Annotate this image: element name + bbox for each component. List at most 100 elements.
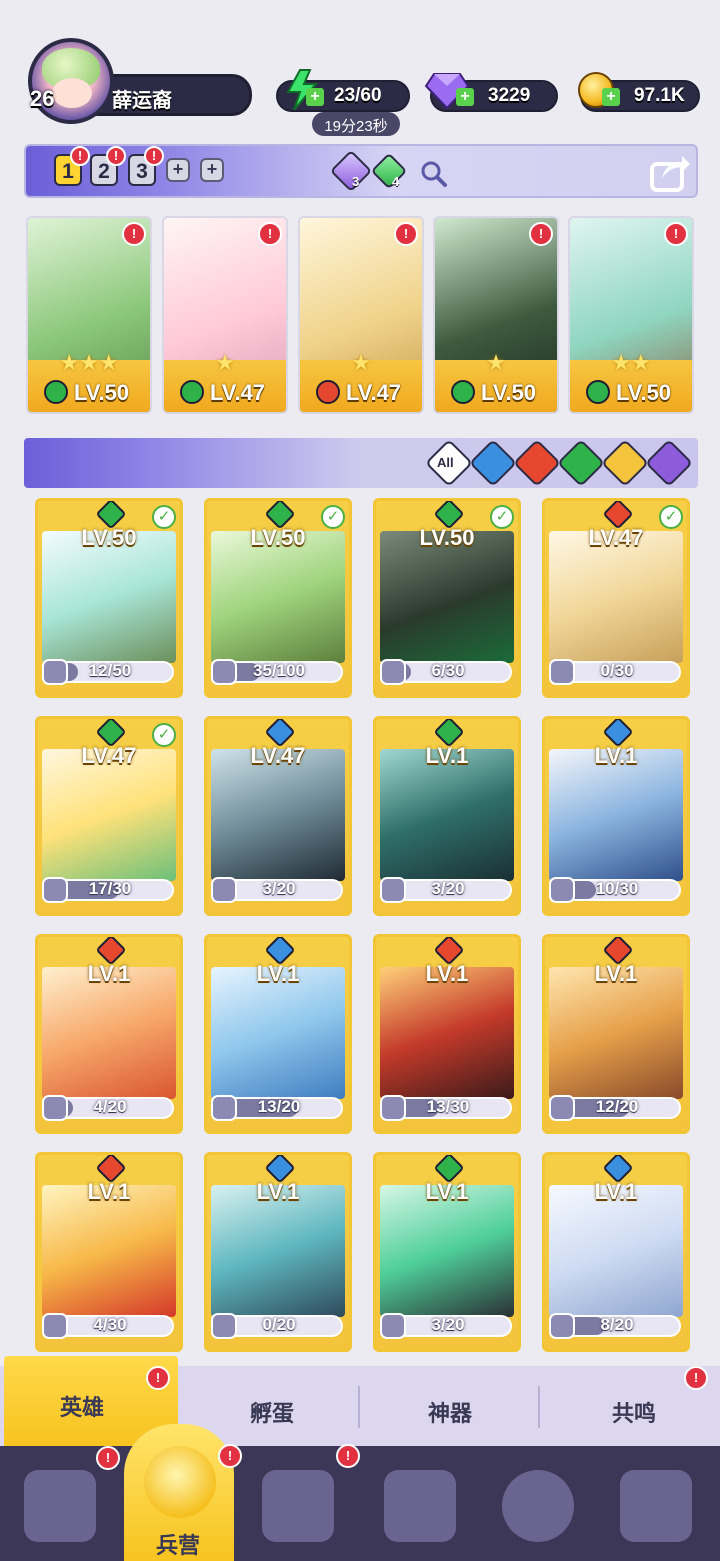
tab-divider (358, 1386, 360, 1428)
hero-level: LV.47 (81, 743, 137, 768)
hero-fragments: 6/30 (431, 661, 465, 680)
check-icon: ✓ (321, 505, 345, 529)
tab-divider (538, 1386, 540, 1428)
nav-barracks-alert-icon: ! (218, 1444, 242, 1468)
check-icon: ✓ (152, 505, 176, 529)
hero-fragments: 17/30 (88, 879, 132, 898)
add-team-button-2[interactable]: + (200, 158, 224, 182)
hero-level: LV.1 (87, 961, 131, 986)
team-hero-alert-icon: ! (664, 222, 688, 246)
hero-level: LV.1 (425, 961, 469, 986)
hero-fragments: 3/20 (262, 879, 296, 898)
nature-element-icon (44, 380, 68, 404)
team-hero-level: LV.50 (74, 380, 130, 405)
nature-element-icon (451, 380, 475, 404)
hero-level: LV.1 (425, 1179, 469, 1204)
hero-card[interactable]: LV.1 12/20 (542, 934, 690, 1134)
add-team-button-1[interactable]: + (166, 158, 190, 182)
tab-artifacts[interactable]: 神器 (428, 1396, 472, 1428)
team-1-alert-icon: ! (70, 146, 90, 166)
hero-card[interactable]: LV.47 0/30 ✓ (542, 498, 690, 698)
fire-element-icon (316, 380, 340, 404)
nav-mushroom-icon[interactable] (502, 1470, 574, 1542)
nav-cards-icon[interactable] (24, 1470, 96, 1542)
hero-stars: ★★ (611, 350, 651, 375)
hero-fragments: 3/20 (431, 879, 465, 898)
team-hero-alert-icon: ! (258, 222, 282, 246)
hero-fragments: 12/50 (88, 661, 132, 680)
hero-card[interactable]: LV.47 17/30 ✓ (35, 716, 183, 916)
team-hero-card[interactable]: ! ★★★ LV.50 (26, 216, 152, 414)
hero-card[interactable]: LV.1 8/20 (542, 1152, 690, 1352)
team-2-alert-icon: ! (106, 146, 126, 166)
add-gems-icon[interactable]: + (456, 88, 474, 106)
hero-stars: ★ (215, 350, 235, 375)
green-gem-count: 4 (392, 174, 400, 189)
hero-level: LV.1 (87, 1179, 131, 1204)
team-hero-alert-icon: ! (122, 222, 146, 246)
tab-heroes-label: 英雄 (60, 1395, 105, 1420)
magnify-icon[interactable] (418, 158, 450, 190)
check-icon: ✓ (490, 505, 514, 529)
hero-level: LV.47 (250, 743, 306, 768)
nav-book-icon[interactable] (262, 1470, 334, 1542)
share-icon[interactable] (648, 150, 692, 194)
hero-level: LV.1 (594, 961, 638, 986)
hero-card[interactable]: LV.1 4/20 (35, 934, 183, 1134)
team-hero-card[interactable]: ! ★ LV.50 (433, 216, 559, 414)
gems-value: 3229 (488, 85, 531, 106)
hero-card[interactable]: LV.1 13/20 (204, 934, 352, 1134)
player-level: 26 (30, 86, 55, 111)
check-icon: ✓ (152, 723, 176, 747)
hero-fragments: 13/20 (257, 1097, 301, 1116)
team-hero-card[interactable]: ! ★ LV.47 (162, 216, 288, 414)
nav-banner-icon[interactable] (620, 1470, 692, 1542)
energy-value: 23/60 (334, 85, 382, 106)
hero-fragments: 8/20 (600, 1315, 634, 1334)
hero-card[interactable]: LV.50 12/50 ✓ (35, 498, 183, 698)
check-icon: ✓ (659, 505, 683, 529)
team-hero-alert-icon: ! (529, 222, 553, 246)
barracks-icon (144, 1446, 216, 1518)
hero-fragments: 0/30 (600, 661, 634, 680)
tab-hatch[interactable]: 孵蛋 (250, 1396, 294, 1428)
hero-card[interactable]: LV.47 3/20 (204, 716, 352, 916)
hero-card[interactable]: LV.1 4/30 (35, 1152, 183, 1352)
nav-book-alert-icon: ! (336, 1444, 360, 1468)
nature-element-icon (180, 380, 204, 404)
hero-card[interactable]: LV.50 6/30 ✓ (373, 498, 521, 698)
energy-timer: 19分23秒 (324, 118, 388, 135)
hero-card[interactable]: LV.1 3/20 (373, 716, 521, 916)
nav-castle-icon[interactable] (384, 1470, 456, 1542)
hero-level: LV.1 (594, 743, 638, 768)
purple-gem-count: 3 (352, 174, 360, 189)
hero-stars: ★★★ (59, 350, 119, 375)
hero-fragments: 3/20 (431, 1315, 465, 1334)
filter-all-label: All (437, 455, 454, 470)
add-gold-icon[interactable]: + (602, 88, 620, 106)
nav-cards-alert-icon: ! (96, 1446, 120, 1470)
team-hero-card[interactable]: ! ★ LV.47 (298, 216, 424, 414)
hero-card[interactable]: LV.1 0/20 (204, 1152, 352, 1352)
team-hero-card[interactable]: ! ★★ LV.50 (568, 216, 694, 414)
tab-resonance[interactable]: 共鸣 (612, 1396, 656, 1428)
hero-card[interactable]: LV.1 13/30 (373, 934, 521, 1134)
hero-card[interactable]: LV.50 35/100 ✓ (204, 498, 352, 698)
team-hero-alert-icon: ! (394, 222, 418, 246)
hero-level: LV.50 (419, 525, 475, 550)
hero-level: LV.1 (256, 961, 300, 986)
hero-fragments: 13/30 (426, 1097, 470, 1116)
hero-level: LV.1 (594, 1179, 638, 1204)
avatar-face (52, 78, 92, 108)
add-energy-icon[interactable]: + (306, 88, 324, 106)
tab-heroes-alert-icon: ! (146, 1366, 170, 1390)
team-hero-level: LV.50 (616, 380, 672, 405)
hero-card[interactable]: LV.1 10/30 (542, 716, 690, 916)
hero-stars: ★ (486, 350, 506, 375)
team-3-alert-icon: ! (144, 146, 164, 166)
hero-stars: ★ (351, 350, 371, 375)
hero-level: LV.1 (425, 743, 469, 768)
hero-level: LV.50 (250, 525, 306, 550)
hero-fragments: 0/20 (262, 1315, 296, 1334)
hero-card[interactable]: LV.1 3/20 (373, 1152, 521, 1352)
